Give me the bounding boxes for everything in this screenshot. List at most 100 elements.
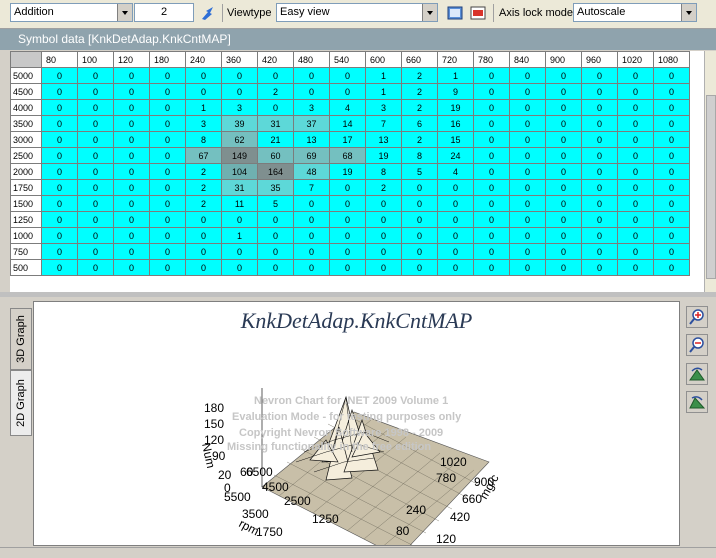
chevron-down-icon[interactable] [681, 4, 696, 21]
viewtype-select[interactable]: Easy view [276, 3, 438, 22]
table-cell[interactable]: 13 [293, 131, 330, 148]
table-cell[interactable]: 2 [365, 179, 402, 196]
table-cell[interactable]: 0 [149, 227, 186, 244]
table-cell[interactable]: 0 [581, 259, 618, 276]
table-cell[interactable]: 0 [113, 83, 150, 100]
row-header[interactable]: 2000 [10, 163, 42, 180]
table-cell[interactable]: 5 [401, 163, 438, 180]
table-cell[interactable]: 8 [401, 147, 438, 164]
table-cell[interactable]: 0 [77, 67, 114, 84]
tab-3d-graph[interactable]: 3D Graph [10, 308, 32, 370]
table-cell[interactable]: 2 [401, 67, 438, 84]
graph-toggle-icon[interactable] [199, 4, 217, 22]
table-cell[interactable]: 0 [113, 243, 150, 260]
table-cell[interactable]: 0 [545, 243, 582, 260]
table-cell[interactable]: 31 [257, 115, 294, 132]
table-cell[interactable]: 0 [653, 179, 690, 196]
table-cell[interactable]: 2 [401, 99, 438, 116]
table-cell[interactable]: 0 [185, 227, 222, 244]
table-cell[interactable]: 0 [437, 195, 474, 212]
chevron-down-icon[interactable] [117, 4, 132, 21]
table-cell[interactable]: 0 [365, 211, 402, 228]
scrollbar-thumb[interactable] [706, 95, 716, 279]
table-cell[interactable]: 0 [545, 99, 582, 116]
table-cell[interactable]: 0 [653, 163, 690, 180]
table-cell[interactable]: 4 [437, 163, 474, 180]
table-cell[interactable]: 0 [149, 67, 186, 84]
row-header[interactable]: 4500 [10, 83, 42, 100]
table-cell[interactable]: 0 [113, 67, 150, 84]
table-cell[interactable]: 0 [149, 115, 186, 132]
column-header[interactable]: 240 [185, 51, 222, 68]
table-cell[interactable]: 0 [545, 67, 582, 84]
table-cell[interactable]: 0 [617, 163, 654, 180]
table-cell[interactable]: 7 [365, 115, 402, 132]
table-cell[interactable]: 0 [473, 115, 510, 132]
table-cell[interactable]: 1 [185, 99, 222, 116]
column-header[interactable]: 80 [41, 51, 78, 68]
table-cell[interactable]: 0 [581, 163, 618, 180]
table-cell[interactable]: 0 [437, 259, 474, 276]
table-cell[interactable]: 0 [77, 259, 114, 276]
table-cell[interactable]: 0 [77, 147, 114, 164]
table-cell[interactable]: 0 [77, 163, 114, 180]
column-header[interactable]: 420 [257, 51, 294, 68]
table-cell[interactable]: 0 [113, 259, 150, 276]
table-cell[interactable]: 0 [509, 211, 546, 228]
table-cell[interactable]: 37 [293, 115, 330, 132]
table-cell[interactable]: 0 [617, 259, 654, 276]
table-cell[interactable]: 0 [77, 195, 114, 212]
table-cell[interactable]: 0 [185, 211, 222, 228]
table-cell[interactable]: 14 [329, 115, 366, 132]
table-cell[interactable]: 0 [653, 227, 690, 244]
column-header[interactable]: 600 [365, 51, 402, 68]
table-cell[interactable]: 0 [545, 115, 582, 132]
table-cell[interactable]: 0 [437, 179, 474, 196]
table-cell[interactable]: 0 [653, 99, 690, 116]
table-cell[interactable]: 60 [257, 147, 294, 164]
table-cell[interactable]: 2 [401, 131, 438, 148]
column-header[interactable]: 180 [149, 51, 186, 68]
surface-chart[interactable]: Nevron Chart for .NET 2009 Volume 1 Eval… [34, 302, 679, 545]
table-cell[interactable]: 2 [185, 179, 222, 196]
table-cell[interactable]: 0 [329, 243, 366, 260]
table-cell[interactable]: 19 [365, 147, 402, 164]
table-cell[interactable]: 21 [257, 131, 294, 148]
table-cell[interactable]: 0 [41, 115, 78, 132]
table-cell[interactable]: 0 [509, 131, 546, 148]
table-cell[interactable]: 0 [329, 67, 366, 84]
table-cell[interactable]: 0 [545, 147, 582, 164]
table-cell[interactable]: 0 [77, 115, 114, 132]
table-cell[interactable]: 67 [185, 147, 222, 164]
table-cell[interactable]: 0 [473, 147, 510, 164]
table-cell[interactable]: 2 [401, 83, 438, 100]
rotate-right-button[interactable] [686, 391, 708, 413]
table-cell[interactable]: 0 [329, 211, 366, 228]
row-header[interactable]: 500 [10, 259, 42, 276]
table-cell[interactable]: 149 [221, 147, 258, 164]
table-cell[interactable]: 0 [509, 83, 546, 100]
table-cell[interactable]: 15 [437, 131, 474, 148]
table-cell[interactable]: 0 [185, 83, 222, 100]
table-cell[interactable]: 0 [221, 67, 258, 84]
column-header[interactable]: 1020 [617, 51, 654, 68]
table-cell[interactable]: 0 [617, 131, 654, 148]
table-cell[interactable]: 0 [113, 147, 150, 164]
table-cell[interactable]: 0 [113, 131, 150, 148]
table-cell[interactable]: 0 [113, 99, 150, 116]
table-cell[interactable]: 0 [581, 195, 618, 212]
table-cell[interactable]: 0 [509, 179, 546, 196]
table-cell[interactable]: 0 [113, 163, 150, 180]
table-cell[interactable]: 0 [617, 147, 654, 164]
table-cell[interactable]: 0 [257, 211, 294, 228]
table-cell[interactable]: 0 [653, 195, 690, 212]
table-cell[interactable]: 0 [293, 243, 330, 260]
table-cell[interactable]: 0 [113, 195, 150, 212]
table-cell[interactable]: 0 [509, 243, 546, 260]
table-cell[interactable]: 9 [437, 83, 474, 100]
table-cell[interactable]: 0 [617, 83, 654, 100]
table-cell[interactable]: 0 [509, 227, 546, 244]
table-cell[interactable]: 0 [473, 99, 510, 116]
table-cell[interactable]: 0 [545, 195, 582, 212]
table-cell[interactable]: 0 [473, 195, 510, 212]
